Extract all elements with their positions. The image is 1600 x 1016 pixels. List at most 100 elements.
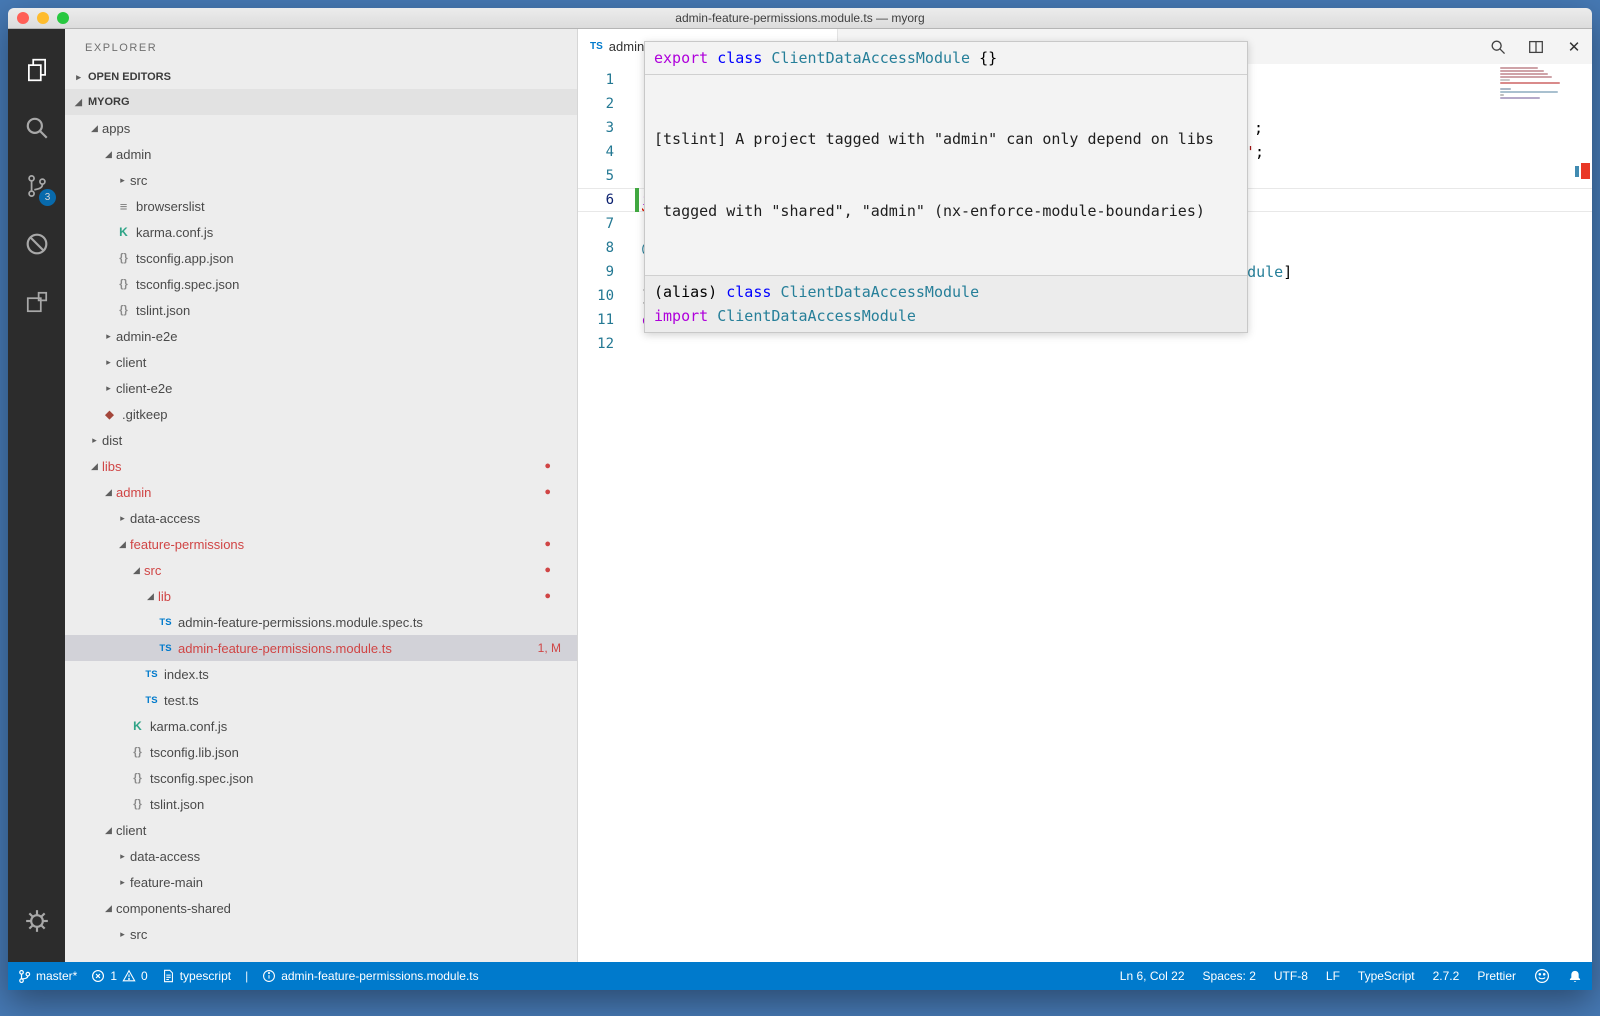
tree-item-label: tslint.json (136, 303, 190, 318)
error-icon (91, 969, 105, 983)
tree-item-tsconfig.spec.json[interactable]: {}tsconfig.spec.json (65, 271, 577, 297)
git-modified-dot: ● (544, 564, 551, 576)
tree-item-admin[interactable]: ◢admin● (65, 479, 577, 505)
tree-item-feature-permissions[interactable]: ◢feature-permissions● (65, 531, 577, 557)
tree-item-label: admin-feature-permissions.module.spec.ts (178, 615, 423, 630)
search-activity-button[interactable] (8, 99, 65, 157)
hover-tslint-message: [tslint] A project tagged with "admin" c… (645, 74, 1247, 275)
tree-item-admin[interactable]: ◢admin (65, 141, 577, 167)
code-line-12[interactable]: 12 (578, 332, 1592, 356)
tree-item-admin-feature-permissions.module.ts[interactable]: TSadmin-feature-permissions.module.ts1, … (65, 635, 577, 661)
hover-alias: (alias) class ClientDataAccessModuleimpo… (645, 275, 1247, 332)
close-window-button[interactable] (17, 12, 29, 24)
tree-item-label: admin (116, 485, 151, 500)
tree-item-.gitkeep[interactable]: ◆.gitkeep (65, 401, 577, 427)
tree-item-apps[interactable]: ◢apps (65, 115, 577, 141)
problems-indicator[interactable]: 1 0 (91, 969, 147, 983)
tree-item-label: index.ts (164, 667, 209, 682)
folder-expanded-arrow-icon: ◢ (101, 149, 116, 160)
language-mode-indicator[interactable]: TypeScript (1358, 969, 1415, 983)
debug-activity-button[interactable] (8, 215, 65, 273)
minimap-line (1500, 73, 1548, 75)
ts-file-icon: TS (157, 643, 174, 654)
tree-item-client[interactable]: ◢client (65, 817, 577, 843)
karma-file-icon: K (115, 225, 132, 239)
close-editor-icon[interactable]: ✕ (1564, 37, 1584, 57)
tree-item-admin-e2e[interactable]: ▸admin-e2e (65, 323, 577, 349)
tree-item-karma.conf.js[interactable]: Kkarma.conf.js (65, 219, 577, 245)
split-editor-icon[interactable] (1526, 37, 1546, 57)
tree-item-tslint.json[interactable]: {}tslint.json (65, 791, 577, 817)
cursor-position[interactable]: Ln 6, Col 22 (1120, 969, 1185, 983)
tree-item-data-access[interactable]: ▸data-access (65, 505, 577, 531)
tree-item-tsconfig.spec.json[interactable]: {}tsconfig.spec.json (65, 765, 577, 791)
branch-icon (18, 969, 31, 984)
tree-item-src[interactable]: ▸src (65, 921, 577, 947)
sidebar-title: EXPLORER (65, 29, 577, 65)
minimize-window-button[interactable] (37, 12, 49, 24)
source-control-activity-button[interactable]: 3 (8, 157, 65, 215)
git-branch-indicator[interactable]: master* (18, 969, 77, 984)
line-number[interactable]: 5 (578, 168, 614, 184)
line-number[interactable]: 12 (578, 336, 614, 352)
extensions-activity-button[interactable] (8, 273, 65, 331)
tree-item-components-shared[interactable]: ◢components-shared (65, 895, 577, 921)
minimap-line (1500, 70, 1544, 72)
tree-item-src[interactable]: ◢src● (65, 557, 577, 583)
encoding-indicator[interactable]: UTF-8 (1274, 969, 1308, 983)
tree-item-tsconfig.app.json[interactable]: {}tsconfig.app.json (65, 245, 577, 271)
folder-expanded-arrow-icon: ◢ (143, 591, 158, 602)
ts-version-indicator[interactable]: 2.7.2 (1433, 969, 1460, 983)
line-number[interactable]: 1 (578, 72, 614, 88)
open-editors-section-header[interactable]: ▸ OPEN EDITORS (65, 65, 577, 89)
indentation-indicator[interactable]: Spaces: 2 (1203, 969, 1256, 983)
indentation-label: Spaces: 2 (1203, 969, 1256, 983)
settings-gear-button[interactable] (8, 892, 65, 950)
line-number[interactable]: 8 (578, 240, 614, 256)
tslint-status[interactable]: typescript (162, 969, 231, 983)
file-problems-indicator[interactable]: admin-feature-permissions.module.ts (262, 969, 478, 983)
tree-item-label: karma.conf.js (136, 225, 213, 240)
workspace-section-header[interactable]: ◢ MYORG (65, 89, 577, 115)
tree-item-browserslist[interactable]: ≡browserslist (65, 193, 577, 219)
line-number[interactable]: 9 (578, 264, 614, 280)
line-number[interactable]: 6 (578, 192, 614, 208)
line-number[interactable]: 2 (578, 96, 614, 112)
bell-icon (1568, 969, 1582, 984)
tree-item-test.ts[interactable]: TStest.ts (65, 687, 577, 713)
notifications-button[interactable] (1568, 969, 1582, 984)
line-number[interactable]: 3 (578, 120, 614, 136)
tree-item-karma.conf.js[interactable]: Kkarma.conf.js (65, 713, 577, 739)
tree-item-dist[interactable]: ▸dist (65, 427, 577, 453)
git-modified-dot: ● (544, 538, 551, 550)
tree-item-client-e2e[interactable]: ▸client-e2e (65, 375, 577, 401)
tree-item-feature-main[interactable]: ▸feature-main (65, 869, 577, 895)
hover-widget: export class ClientDataAccessModule {} [… (644, 41, 1248, 333)
tree-item-data-access[interactable]: ▸data-access (65, 843, 577, 869)
warning-icon (122, 969, 136, 983)
tree-item-src[interactable]: ▸src (65, 167, 577, 193)
tree-item-tslint.json[interactable]: {}tslint.json (65, 297, 577, 323)
code-token: import (654, 307, 717, 325)
tree-item-tsconfig.lib.json[interactable]: {}tsconfig.lib.json (65, 739, 577, 765)
zoom-window-button[interactable] (57, 12, 69, 24)
tree-item-client[interactable]: ▸client (65, 349, 577, 375)
tree-item-libs[interactable]: ◢libs● (65, 453, 577, 479)
tree-item-admin-feature-permissions.module.spec.ts[interactable]: TS admin-feature-permissions.module.spec.… (65, 609, 577, 635)
explorer-activity-button[interactable] (8, 41, 65, 99)
line-number[interactable]: 10 (578, 288, 614, 304)
line-number[interactable]: 11 (578, 312, 614, 328)
feedback-button[interactable] (1534, 968, 1550, 984)
open-preview-icon[interactable] (1488, 37, 1508, 57)
eol-indicator[interactable]: LF (1326, 969, 1340, 983)
formatter-indicator[interactable]: Prettier (1477, 969, 1516, 983)
line-number[interactable]: 7 (578, 216, 614, 232)
code-token: ClientDataAccessModule (771, 49, 979, 67)
tree-item-lib[interactable]: ◢lib● (65, 583, 577, 609)
tree-item-index.ts[interactable]: TSindex.ts (65, 661, 577, 687)
minimap[interactable] (1500, 67, 1570, 103)
tree-item-label: components-shared (116, 901, 231, 916)
hover-message-line-2: tagged with "shared", "admin" (nx-enforc… (654, 199, 1238, 223)
line-number[interactable]: 4 (578, 144, 614, 160)
ts-file-icon: TS (157, 617, 174, 628)
